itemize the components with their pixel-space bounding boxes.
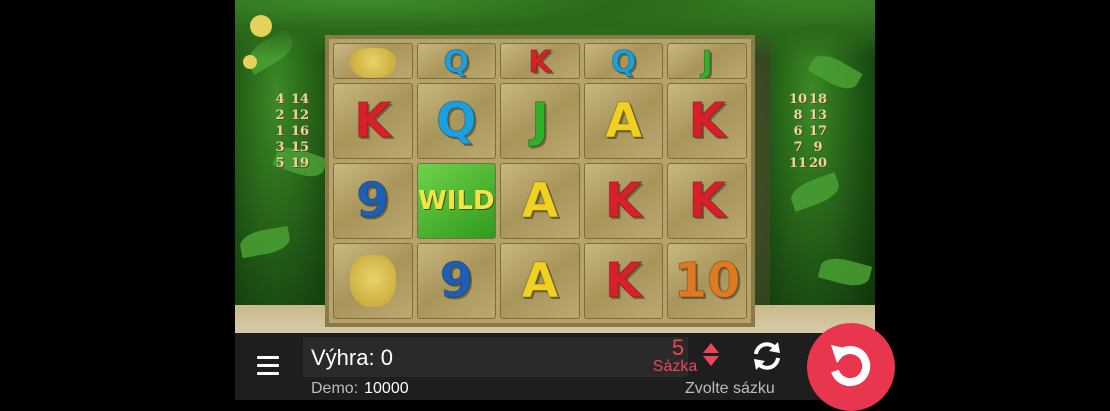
payline-number: 5 xyxy=(275,156,285,171)
wild-symbol: WILD xyxy=(416,163,497,239)
symbol-text: 9 xyxy=(439,253,474,309)
hamburger-menu-icon[interactable] xyxy=(257,356,279,380)
payline-number: 16 xyxy=(290,124,310,139)
payline-number: 7 xyxy=(793,140,803,155)
symbol-q: Q xyxy=(416,43,497,79)
payline-number: 19 xyxy=(290,156,310,171)
symbol-9: 9 xyxy=(333,163,413,239)
payline-number: 20 xyxy=(808,156,828,171)
demo-value: 10000 xyxy=(364,380,409,397)
symbol-text: K xyxy=(688,173,726,229)
payline-number: 4 xyxy=(275,92,285,107)
symbol-q: Q xyxy=(583,43,664,79)
symbol-text: K xyxy=(604,173,643,229)
symbol-text: J xyxy=(531,93,550,149)
reel-grid: Q K Q J K Q J A K 9 WILD A K K 9 A K 10 xyxy=(325,35,755,327)
spin-button[interactable] xyxy=(807,323,895,411)
symbol-text: K xyxy=(528,45,552,79)
symbol-a: A xyxy=(500,243,580,319)
symbol-text: K xyxy=(354,93,392,149)
symbol-k: K xyxy=(583,163,664,239)
demo-label: Demo: xyxy=(311,380,359,397)
symbol-10: 10 xyxy=(667,243,747,319)
payline-number: 10 xyxy=(788,92,808,107)
choose-bet-label[interactable]: Zvolte sázku xyxy=(685,380,775,398)
symbol-text: K xyxy=(604,253,643,309)
paylines-left: 4 14 2 12 1 16 3 15 5 19 xyxy=(270,92,314,172)
payline-number: 2 xyxy=(275,108,285,123)
symbol-k: K xyxy=(667,163,747,239)
symbol-text: J xyxy=(701,45,713,79)
mask-face-icon xyxy=(349,255,396,307)
symbol-text: Q xyxy=(435,93,477,149)
payline-number: 14 xyxy=(290,92,310,107)
symbol-k: K xyxy=(333,83,413,159)
symbol-k: K xyxy=(500,43,580,79)
bet-down-arrow-icon[interactable] xyxy=(703,356,719,366)
flower-decoration xyxy=(250,15,272,37)
symbol-text: A xyxy=(605,93,643,149)
symbol-q: Q xyxy=(416,83,497,159)
symbol-text: A xyxy=(521,173,559,229)
symbol-9: 9 xyxy=(416,243,497,319)
payline-number: 8 xyxy=(793,108,803,123)
symbol-text: K xyxy=(688,93,726,149)
symbol-k: K xyxy=(667,83,747,159)
paylines-right: 10 18 8 13 6 17 7 9 11 20 xyxy=(788,92,832,172)
symbol-text: A xyxy=(521,253,559,309)
payline-number: 1 xyxy=(275,124,285,139)
payline-number: 12 xyxy=(290,108,310,123)
autoplay-icon[interactable] xyxy=(750,339,784,373)
symbol-a: A xyxy=(583,83,664,159)
symbol-text: Q xyxy=(443,45,470,79)
mask-symbol xyxy=(333,43,413,79)
mask-face-icon xyxy=(349,48,396,78)
payline-number: 6 xyxy=(793,124,803,139)
payline-number: 17 xyxy=(808,124,828,139)
payline-number: 11 xyxy=(788,156,808,171)
payline-number: 15 xyxy=(290,140,310,155)
win-label: Výhra: 0 xyxy=(311,345,393,370)
symbol-a: A xyxy=(500,163,580,239)
flower-decoration xyxy=(243,55,257,69)
payline-number: 3 xyxy=(275,140,285,155)
symbol-text: 10 xyxy=(673,253,741,309)
payline-number: 18 xyxy=(808,92,828,107)
payline-number: 13 xyxy=(808,108,828,123)
bet-up-arrow-icon[interactable] xyxy=(703,343,719,353)
symbol-j: J xyxy=(667,43,747,79)
spin-icon xyxy=(831,345,871,387)
payline-number: 9 xyxy=(813,140,823,155)
demo-balance: Demo: 10000 xyxy=(311,380,409,398)
symbol-text: Q xyxy=(610,45,637,79)
bottom-bar: Výhra: 0 Demo: 10000 5 Sázka Zvolte sázku xyxy=(235,323,895,411)
symbol-text: 9 xyxy=(356,173,390,229)
bet-stepper[interactable] xyxy=(703,343,719,366)
symbol-k: K xyxy=(583,243,664,319)
symbol-j: J xyxy=(500,83,580,159)
mask-symbol xyxy=(333,243,413,319)
